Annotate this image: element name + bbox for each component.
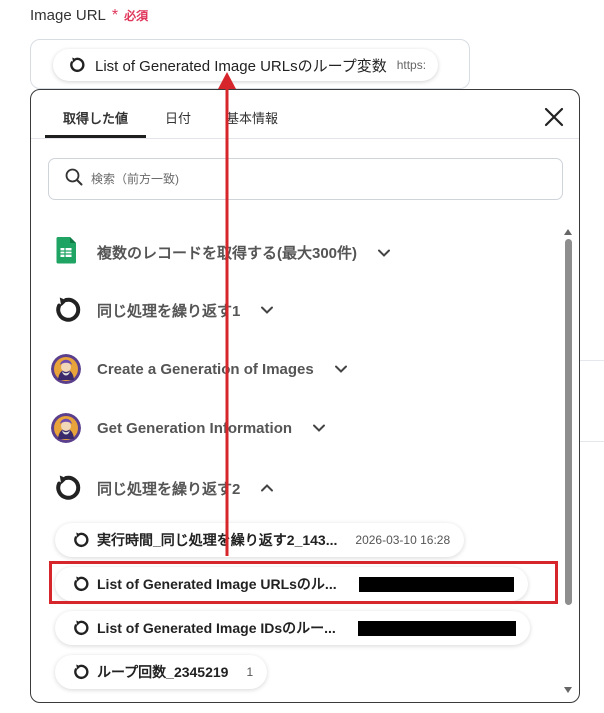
- variable-chip-label: List of Generated Image URLsのループ変数: [95, 57, 387, 75]
- variable-chip-value: https:: [396, 58, 427, 72]
- active-tab-indicator: [45, 135, 146, 138]
- scroll-down-icon[interactable]: [563, 681, 573, 699]
- leonardo-ai-icon: [51, 354, 81, 384]
- field-label: Image URL * 必須: [30, 7, 148, 25]
- section-label: 同じ処理を繰り返す1: [97, 302, 241, 320]
- section-label: 同じ処理を繰り返す2: [97, 480, 241, 498]
- tab-basic-info[interactable]: 基本情報: [226, 108, 278, 127]
- item-label: 実行時間_同じ処理を繰り返す2_143...: [97, 532, 338, 548]
- background-divider: [578, 360, 604, 361]
- search-input[interactable]: [91, 172, 491, 186]
- loop-icon: [67, 56, 85, 74]
- search-icon: [65, 168, 83, 191]
- image-url-input[interactable]: List of Generated Image URLsのループ変数 https…: [30, 39, 470, 89]
- loop-icon: [71, 619, 89, 637]
- background-divider: [578, 441, 604, 442]
- loop-icon: [71, 663, 89, 681]
- tab-acquired-values[interactable]: 取得した値: [63, 108, 128, 127]
- required-star: *: [111, 7, 119, 24]
- scrollbar[interactable]: [563, 223, 573, 693]
- leonardo-ai-icon: [51, 413, 81, 443]
- loop-icon: [51, 295, 81, 325]
- tab-date[interactable]: 日付: [165, 108, 191, 127]
- section-label: 複数のレコードを取得する(最大300件): [97, 245, 358, 262]
- section-get-generation-info[interactable]: Get Generation Information: [51, 413, 326, 443]
- chevron-down-icon: [260, 305, 274, 315]
- section-label: Create a Generation of Images: [97, 360, 314, 378]
- list-item[interactable]: ループ回数_2345219 1: [55, 655, 268, 689]
- item-label: ループ回数_2345219: [97, 664, 229, 680]
- search-box[interactable]: [48, 158, 563, 200]
- section-get-records[interactable]: 複数のレコードを取得する(最大300件): [51, 235, 391, 270]
- item-value: 1: [246, 665, 254, 679]
- variable-chip[interactable]: List of Generated Image URLsのループ変数 https…: [53, 49, 439, 81]
- tab-bar: 取得した値 日付 基本情報: [31, 90, 579, 139]
- list-item[interactable]: 実行時間_同じ処理を繰り返す2_143... 2026-03-10 16:28: [55, 523, 465, 557]
- section-loop-1[interactable]: 同じ処理を繰り返す1: [51, 295, 274, 325]
- required-badge: 必須: [124, 9, 149, 23]
- section-loop-2[interactable]: 同じ処理を繰り返す2: [51, 473, 274, 503]
- section-label: Get Generation Information: [97, 419, 293, 437]
- chevron-up-icon: [260, 483, 274, 493]
- section-create-generation[interactable]: Create a Generation of Images: [51, 354, 348, 384]
- item-label: List of Generated Image IDsのルー...: [97, 620, 336, 636]
- chevron-down-icon: [377, 248, 391, 258]
- scrollbar-thumb[interactable]: [565, 239, 572, 605]
- value-picker-panel: 取得した値 日付 基本情報 複数のレコードを取得する(最大300件) 同じ処理を…: [30, 89, 580, 703]
- chevron-down-icon: [334, 364, 348, 374]
- close-icon[interactable]: [543, 106, 565, 128]
- chevron-down-icon: [312, 423, 326, 433]
- redacted-value: [357, 620, 516, 636]
- google-sheets-icon: [51, 235, 81, 270]
- field-label-text: Image URL: [30, 7, 106, 24]
- loop-icon: [51, 473, 81, 503]
- annotation-highlight-box: [49, 561, 558, 604]
- list-item[interactable]: List of Generated Image IDsのルー...: [55, 611, 530, 645]
- loop-icon: [71, 531, 89, 549]
- item-value: 2026-03-10 16:28: [355, 533, 451, 547]
